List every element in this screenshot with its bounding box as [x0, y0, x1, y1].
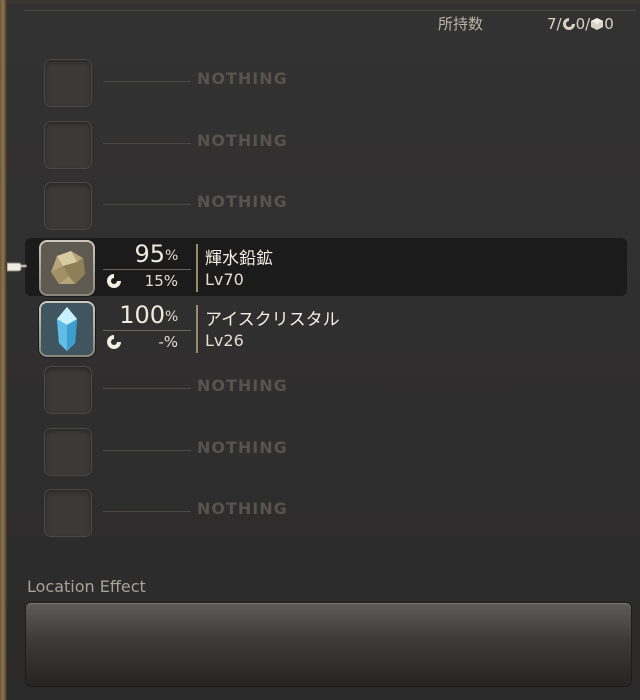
- gather-rate-unit: %: [165, 248, 179, 264]
- gather-slot-2[interactable]: NOTHING: [7, 121, 640, 181]
- gather-slot-4[interactable]: 95 % 15% 輝水鉛鉱 Lv70: [7, 238, 640, 301]
- slot-dash: [103, 204, 191, 205]
- gather-slot-1[interactable]: NOTHING: [7, 59, 640, 119]
- rate-separator: [103, 330, 191, 331]
- attempts-count: 0/: [575, 15, 591, 33]
- nothing-label: NOTHING: [197, 192, 288, 211]
- hq-chance-icon: [107, 274, 121, 288]
- hq-rate: -%: [158, 333, 178, 351]
- gather-rate-unit: %: [165, 309, 179, 325]
- gather-slot-6[interactable]: NOTHING: [7, 366, 640, 426]
- hand-pointer-icon: [7, 262, 27, 272]
- hq-rate: 15%: [144, 272, 178, 290]
- slot-dash: [103, 511, 191, 512]
- box-icon: [591, 18, 604, 30]
- possession-label: 所持数: [438, 15, 484, 33]
- gather-rate: 100: [119, 301, 165, 329]
- name-divider: [196, 305, 198, 353]
- gathering-panel: 所持数 7/ 0/ 0 NOTHING NOTHING NOTHING 95 %…: [7, 4, 640, 700]
- nothing-label: NOTHING: [197, 376, 288, 395]
- inventory-count: 7/: [547, 15, 562, 33]
- gather-slot-7[interactable]: NOTHING: [7, 428, 640, 488]
- nothing-label: NOTHING: [197, 499, 288, 518]
- possession-counts: 7/ 0/ 0: [547, 13, 614, 35]
- empty-slot: [44, 489, 92, 537]
- gathering-attempts-icon: [562, 18, 575, 30]
- slot-dash: [103, 450, 191, 451]
- empty-slot: [44, 428, 92, 476]
- item-level: Lv26: [205, 331, 244, 350]
- item-level: Lv70: [205, 270, 244, 289]
- item-name: アイスクリスタル: [205, 310, 340, 330]
- slot-dash: [103, 81, 191, 82]
- gather-slot-3[interactable]: NOTHING: [7, 182, 640, 242]
- gather-slot-5[interactable]: 100 % -% アイスクリスタル Lv26: [7, 301, 640, 362]
- nothing-label: NOTHING: [197, 131, 288, 150]
- name-divider: [196, 244, 198, 292]
- box-count: 0: [604, 15, 614, 33]
- nothing-label: NOTHING: [197, 69, 288, 88]
- gather-rate: 95: [134, 240, 165, 268]
- slot-dash: [103, 143, 191, 144]
- slot-dash: [103, 388, 191, 389]
- gather-slot-8[interactable]: NOTHING: [7, 489, 640, 549]
- empty-slot: [44, 366, 92, 414]
- item-name: 輝水鉛鉱: [205, 249, 273, 269]
- window-frame-left: [0, 0, 7, 700]
- location-effect-label: Location Effect: [27, 577, 146, 596]
- rate-separator: [103, 269, 191, 270]
- hq-chance-icon: [107, 335, 121, 349]
- empty-slot: [44, 121, 92, 169]
- location-effect-box: [26, 603, 631, 686]
- empty-slot: [44, 182, 92, 230]
- header-divider: [24, 10, 636, 11]
- nothing-label: NOTHING: [197, 438, 288, 457]
- empty-slot: [44, 59, 92, 107]
